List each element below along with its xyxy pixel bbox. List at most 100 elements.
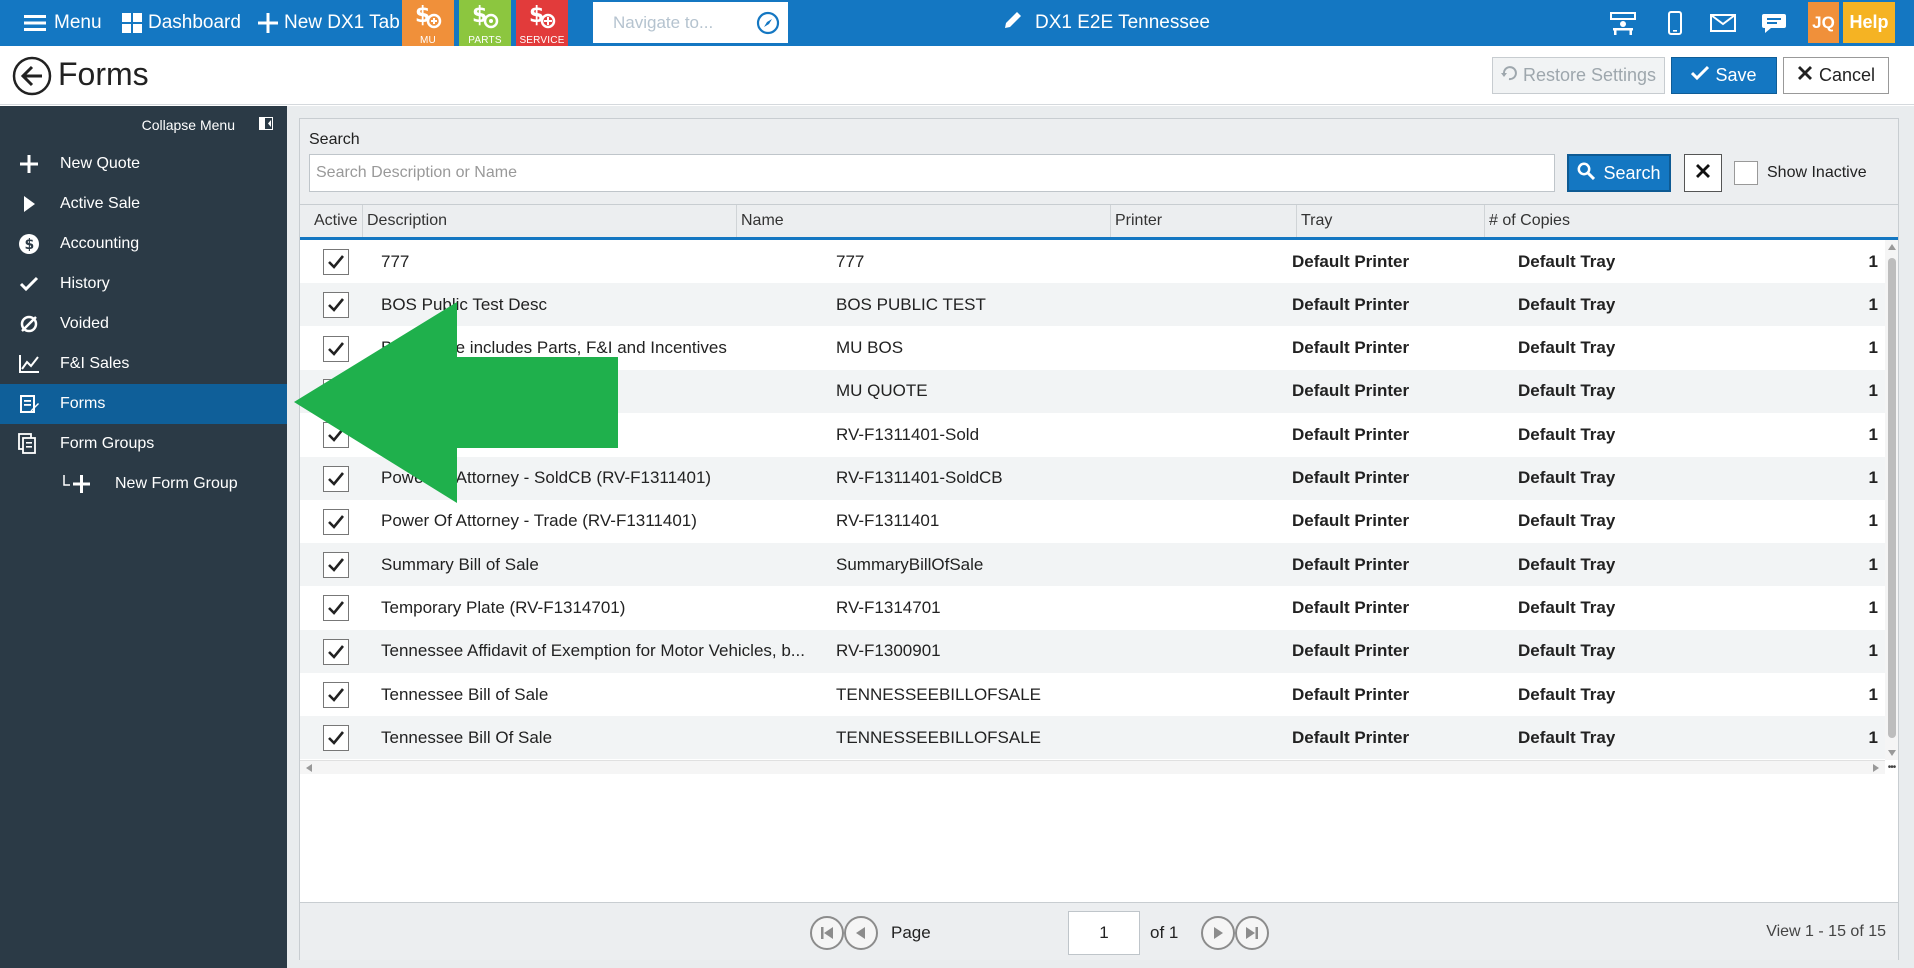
vertical-scrollbar[interactable]	[1885, 240, 1898, 760]
printer-cell: Default Printer	[1292, 424, 1410, 444]
tray-cell: Default Tray	[1518, 511, 1616, 531]
active-checkbox[interactable]	[323, 508, 349, 535]
module-parts-button[interactable]: $ PARTS	[459, 0, 511, 46]
dashboard-button[interactable]: Dashboard	[122, 0, 241, 46]
check-icon	[328, 644, 345, 659]
copies-cell: 1	[1868, 597, 1878, 617]
active-checkbox[interactable]	[323, 682, 349, 708]
collapse-menu-label: Collapse Menu	[141, 117, 235, 133]
search-button[interactable]: Search	[1567, 154, 1671, 192]
table-row[interactable]: Bill Of Sale includes Parts, F&I and Inc…	[300, 327, 1885, 370]
table-row[interactable]: MU QUOTE Default Printer Default Tray 1	[300, 369, 1885, 413]
column-header-tray[interactable]: Tray	[1296, 205, 1484, 237]
user-avatar[interactable]: JQ	[1808, 2, 1839, 43]
tray-cell: Default Tray	[1518, 641, 1616, 661]
scroll-left-icon[interactable]	[306, 764, 312, 772]
check-icon	[328, 731, 345, 746]
column-header-active[interactable]: Active	[300, 205, 362, 237]
page-label: Page	[891, 923, 931, 942]
back-arrow-icon[interactable]	[12, 56, 52, 101]
last-page-icon[interactable]	[1235, 916, 1269, 950]
table-row[interactable]: Summary Bill of Sale SummaryBillOfSale Def…	[300, 543, 1885, 587]
copies-cell: 1	[1868, 381, 1878, 401]
table-row[interactable]: Power Of Attorney - Trade (RV-F1311401) R…	[300, 500, 1885, 543]
scroll-right-icon[interactable]	[1873, 764, 1879, 772]
copies-cell: 1	[1868, 251, 1878, 271]
active-checkbox[interactable]	[323, 249, 349, 275]
module-mu-button[interactable]: $ MU	[402, 0, 454, 46]
desk-icon[interactable]	[1601, 0, 1645, 46]
sidebar-item-voided[interactable]: Voided	[0, 304, 287, 344]
sidebar-item-form-groups[interactable]: Form Groups	[0, 424, 287, 464]
active-checkbox[interactable]	[323, 292, 349, 319]
scroll-down-icon[interactable]	[1888, 750, 1896, 756]
compass-icon[interactable]	[756, 11, 780, 40]
void-icon	[18, 313, 40, 335]
chat-icon[interactable]	[1752, 0, 1796, 46]
help-button[interactable]: Help	[1843, 2, 1895, 43]
new-tab-button[interactable]: New DX1 Tab	[258, 0, 400, 46]
sidebar-item-accounting[interactable]: $ Accounting	[0, 224, 287, 264]
table-row[interactable]: F1311401) RV-F1311401-Sold Default Printer…	[300, 413, 1885, 456]
collapse-menu-button[interactable]: Collapse Menu	[0, 106, 287, 144]
table-row[interactable]: Power Of Attorney - SoldCB (RV-F1311401)…	[300, 456, 1885, 500]
sidebar-item-forms[interactable]: Forms	[0, 384, 287, 424]
mail-icon[interactable]	[1701, 0, 1745, 46]
sidebar-item-new-quote[interactable]: New Quote	[0, 144, 287, 184]
table-row[interactable]: Temporary Plate (RV-F1314701) RV-F1314701…	[300, 586, 1885, 629]
table-row[interactable]: Tennessee Affidavit of Exemption for Mot…	[300, 629, 1885, 673]
sidebar-item-new-form-group[interactable]: New Form Group	[0, 464, 287, 504]
first-page-icon[interactable]	[810, 916, 844, 950]
more-options-icon[interactable]: •••	[1885, 760, 1898, 774]
active-checkbox[interactable]	[323, 422, 349, 449]
name-cell: 777	[836, 251, 865, 271]
table-row[interactable]: 777 777 Default Printer Default Tray 1	[300, 240, 1885, 283]
sidebar-item-label: F&I Sales	[60, 355, 130, 372]
scroll-thumb[interactable]	[1888, 258, 1896, 738]
active-checkbox[interactable]	[323, 378, 349, 405]
navigate-input[interactable]: Navigate to...	[593, 2, 788, 43]
cancel-button[interactable]: Cancel	[1783, 57, 1889, 94]
sidebar-item-active-sale[interactable]: Active Sale	[0, 184, 287, 224]
mobile-icon[interactable]	[1653, 0, 1697, 46]
active-checkbox[interactable]	[323, 552, 349, 579]
column-header-copies[interactable]: # of Copies	[1484, 205, 1884, 237]
copies-cell: 1	[1868, 727, 1878, 747]
dashboard-icon	[122, 13, 142, 33]
check-icon	[328, 514, 345, 529]
table-row[interactable]: Tennessee Bill Of Sale TENNESSEEBILLOFSAL…	[300, 716, 1885, 760]
table-row[interactable]: BOS Public Test Desc BOS PUBLIC TEST Defau…	[300, 283, 1885, 327]
check-icon	[328, 298, 345, 313]
save-button[interactable]: Save	[1671, 57, 1777, 94]
restore-settings-button[interactable]: Restore Settings	[1492, 57, 1665, 94]
active-checkbox[interactable]	[323, 465, 349, 492]
table-row[interactable]: Tennessee Bill of Sale TENNESSEEBILLOFSAL…	[300, 673, 1885, 716]
sidebar-item-history[interactable]: History	[0, 264, 287, 304]
sidebar-item-label: New Quote	[60, 155, 141, 172]
column-header-description[interactable]: Description	[362, 205, 736, 237]
copies-cell: 1	[1868, 468, 1878, 487]
show-inactive-checkbox[interactable]	[1734, 161, 1758, 185]
active-checkbox[interactable]	[323, 725, 349, 752]
clear-search-button[interactable]	[1684, 154, 1722, 192]
active-checkbox[interactable]	[323, 335, 349, 362]
module-service-button[interactable]: $ SERVICE	[516, 0, 568, 46]
next-page-icon[interactable]	[1201, 916, 1235, 950]
previous-page-icon[interactable]	[844, 916, 878, 950]
horizontal-scrollbar[interactable]	[300, 760, 1885, 774]
printer-cell: Default Printer	[1292, 684, 1410, 704]
chart-icon	[18, 353, 40, 375]
search-input[interactable]: Search Description or Name	[309, 154, 1555, 192]
column-header-printer[interactable]: Printer	[1110, 205, 1296, 237]
active-checkbox[interactable]	[323, 595, 349, 622]
description-cell: F1311401)	[381, 424, 462, 444]
page-header: Forms Restore Settings Save Cancel	[0, 46, 1914, 105]
sidebar-item-fi-sales[interactable]: F&I Sales	[0, 344, 287, 384]
name-cell: RV-F1311401-SoldCB	[836, 468, 1003, 487]
tray-cell: Default Tray	[1518, 554, 1616, 574]
menu-button[interactable]: Menu	[24, 0, 102, 46]
scroll-up-icon[interactable]	[1888, 244, 1896, 250]
column-header-name[interactable]: Name	[736, 205, 1110, 237]
page-number-input[interactable]: 1	[1068, 911, 1140, 955]
active-checkbox[interactable]	[323, 638, 349, 665]
